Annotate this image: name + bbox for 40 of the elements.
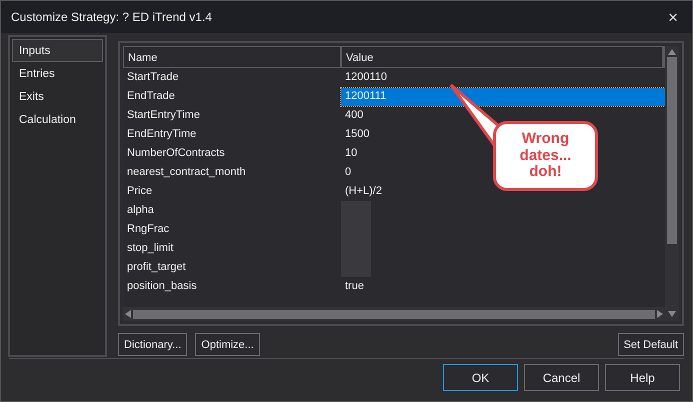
table-cell[interactable]: 1200110 — [341, 68, 392, 86]
scroll-up-icon[interactable] — [668, 49, 676, 55]
table-cell-text: nearest_contract_month — [126, 165, 247, 180]
table-cell[interactable]: true — [341, 278, 368, 296]
table-cell-text: position_basis — [126, 279, 198, 294]
scroll-down-icon[interactable] — [668, 311, 676, 317]
window-title: Customize Strategy: ? ED iTrend v1.4 — [11, 9, 212, 26]
table-cell[interactable]: 0 — [341, 164, 356, 182]
sidebar-item[interactable]: Exits — [12, 85, 103, 108]
table-cell-text: StartEntryTime — [126, 108, 201, 124]
dialog-button[interactable]: Cancel — [524, 364, 599, 391]
table-cell[interactable]: (H+L)/2 — [341, 182, 386, 200]
table-cell-text: EndTrade — [126, 89, 176, 104]
table-cell-text: StartTrade — [126, 70, 180, 86]
table-cell-text: alpha — [126, 203, 155, 218]
table-cell-text: RngFrac — [126, 222, 170, 238]
horizontal-scrollbar[interactable] — [123, 307, 665, 321]
vertical-scrollbar[interactable] — [665, 46, 679, 321]
table-cell-text: stop_limit — [126, 241, 174, 256]
table-cell[interactable]: 10 — [341, 144, 362, 162]
scroll-left-icon[interactable] — [125, 310, 131, 318]
dialog-button[interactable]: OK — [443, 364, 518, 391]
dictionary-button[interactable]: Dictionary... — [118, 333, 188, 356]
table-cell-text: profit_target — [126, 260, 187, 276]
callout-note: Wrong dates... doh! — [493, 121, 598, 191]
close-button[interactable]: × — [664, 8, 682, 26]
set-default-button[interactable]: Set Default — [618, 333, 684, 356]
table-cell[interactable]: 1200111 — [341, 88, 665, 106]
table-cell-text: NumberOfContracts — [126, 146, 226, 162]
table-cell-text: EndEntryTime — [126, 127, 198, 142]
optimize-button[interactable]: Optimize... — [195, 333, 260, 356]
sidebar-item[interactable]: Inputs — [12, 39, 103, 62]
scroll-right-icon[interactable] — [657, 310, 663, 318]
sidebar-item[interactable]: Calculation — [12, 108, 103, 131]
table-cell[interactable]: 400 — [341, 106, 368, 124]
table-cell-text: Price — [126, 184, 154, 200]
table-cell[interactable]: 1500 — [341, 126, 374, 144]
sidebar-item[interactable]: Entries — [12, 62, 103, 85]
dialog-button[interactable]: Help — [605, 364, 680, 391]
column-header[interactable]: Name — [124, 47, 342, 67]
